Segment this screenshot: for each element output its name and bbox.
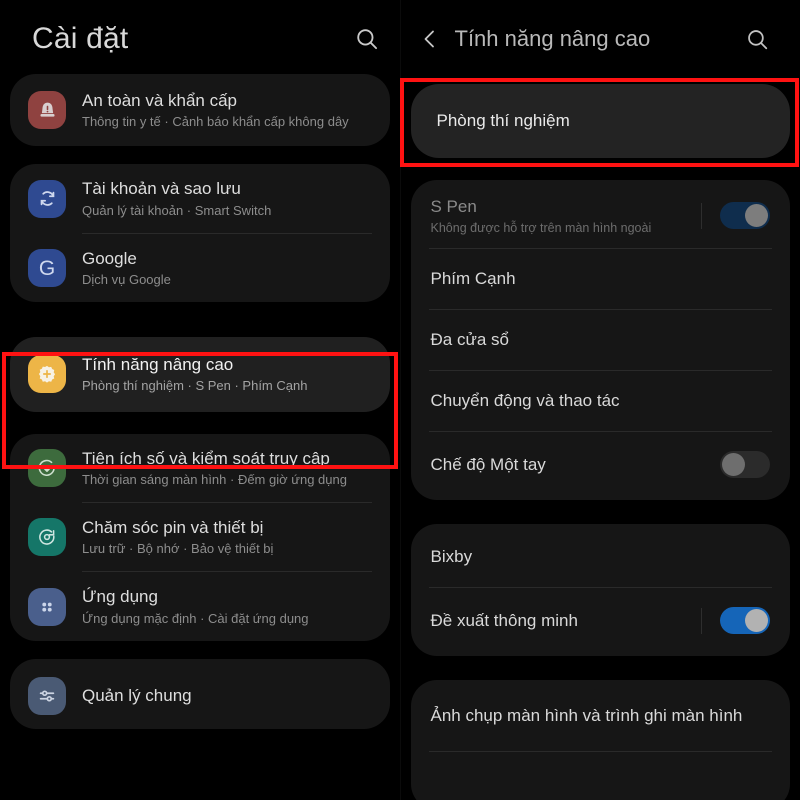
advanced-item-one-handed-mode[interactable]: Chế độ Một tay: [411, 432, 791, 500]
settings-item-subtitle: Phòng thí nghiệm · S Pen · Phím Cạnh: [82, 378, 308, 394]
settings-item-subtitle: Thông tin y tế · Cảnh báo khẩn cấp không…: [82, 114, 349, 130]
advanced-card-bixby: Bixby Đề xuất thông minh: [410, 524, 791, 657]
advanced-item-title: Đề xuất thông minh: [430, 610, 578, 630]
advanced-item-screenshots-recorder[interactable]: Ảnh chụp màn hình và trình ghi màn hình: [411, 680, 791, 751]
toggle-knob: [745, 204, 768, 228]
toggle-separator: [701, 607, 702, 634]
settings-item-title: Tài khoản và sao lưu: [82, 179, 241, 199]
battery-device-care-icon: [28, 518, 66, 557]
advanced-item-title: Đa cửa sổ: [430, 330, 509, 350]
settings-card-advanced-features: Tính năng nâng cao Phòng thí nghiệm · S …: [10, 337, 390, 412]
google-g-icon: G: [28, 249, 66, 288]
settings-card-safety: An toàn và khẩn cấp Thông tin y tế · Cản…: [10, 74, 390, 147]
dual-screenshot-container: Cài đặt An toàn và khẩn cấp Thông tin y …: [0, 0, 800, 800]
smart-suggestions-toggle[interactable]: [720, 607, 770, 635]
toggle-knob: [722, 453, 745, 477]
advanced-item-text: Bixby: [431, 546, 771, 568]
spen-toggle[interactable]: [720, 202, 770, 230]
advanced-item-text: Chuyển động và thao tác: [431, 390, 771, 412]
settings-item-text: Tài khoản và sao lưu Quản lý tài khoản ·…: [82, 178, 372, 218]
settings-card-general-management: Quản lý chung: [10, 658, 390, 729]
settings-item-subtitle: Lưu trữ · Bộ nhớ · Bảo vệ thiết bị: [82, 541, 274, 557]
settings-item-text: An toàn và khẩn cấp Thông tin y tế · Cản…: [82, 90, 372, 130]
page-title: Tính năng nâng cao: [454, 26, 651, 51]
settings-item-advanced-features[interactable]: Tính năng nâng cao Phòng thí nghiệm · S …: [10, 337, 390, 411]
settings-item-title: Quản lý chung: [82, 686, 192, 706]
settings-item-text: Quản lý chung: [82, 685, 372, 706]
settings-item-title: Tiện ích số và kiểm soát truy cập: [82, 448, 330, 468]
general-management-sliders-icon: [28, 676, 66, 715]
emergency-siren-icon: [28, 91, 66, 130]
settings-item-google[interactable]: G Google Dịch vụ Google: [10, 234, 390, 302]
settings-panel: Cài đặt An toàn và khẩn cấp Thông tin y …: [0, 0, 401, 800]
advanced-item-motions-gestures[interactable]: Chuyển động và thao tác: [411, 371, 791, 431]
settings-item-text: Google Dịch vụ Google: [82, 248, 372, 288]
settings-card-device: Tiện ích số và kiểm soát truy cập Thời g…: [10, 433, 390, 641]
search-icon[interactable]: [350, 22, 384, 56]
advanced-item-text: Chế độ Một tay: [431, 454, 721, 476]
settings-item-text: Chăm sóc pin và thiết bị Lưu trữ · Bộ nh…: [82, 517, 372, 557]
settings-item-battery-device-care[interactable]: Chăm sóc pin và thiết bị Lưu trữ · Bộ nh…: [10, 503, 390, 571]
settings-item-subtitle: Ứng dụng mặc định · Cài đặt ứng dụng: [82, 610, 309, 626]
settings-item-accounts-backup[interactable]: Tài khoản và sao lưu Quản lý tài khoản ·…: [10, 164, 390, 232]
advanced-item-title: Phím Cạnh: [430, 269, 516, 289]
settings-card-accounts: Tài khoản và sao lưu Quản lý tài khoản ·…: [10, 164, 390, 303]
advanced-features-panel: Tính năng nâng cao Phòng thí nghiệm S Pe…: [400, 0, 800, 800]
advanced-item-labs[interactable]: Phòng thí nghiệm: [411, 84, 791, 158]
advanced-item-bixby[interactable]: Bixby: [411, 524, 791, 587]
search-icon[interactable]: [740, 22, 774, 56]
settings-item-text: Ứng dụng Ứng dụng mặc định · Cài đặt ứng…: [82, 586, 372, 626]
advanced-item-text: Phím Cạnh: [431, 268, 771, 290]
settings-item-general-management[interactable]: Quản lý chung: [10, 659, 390, 729]
toggle-separator: [701, 202, 702, 229]
settings-item-apps[interactable]: Ứng dụng Ứng dụng mặc định · Cài đặt ứng…: [10, 572, 390, 640]
settings-item-title: Chăm sóc pin và thiết bị: [82, 518, 264, 538]
advanced-item-subtitle: Không được hỗ trợ trên màn hình ngoài: [430, 221, 652, 236]
advanced-card-labs: Phòng thí nghiệm: [410, 84, 791, 158]
advanced-item-title: Phòng thí nghiệm: [436, 110, 570, 130]
settings-item-title: An toàn và khẩn cấp: [82, 91, 238, 110]
advanced-item-multi-window[interactable]: Đa cửa sổ: [411, 310, 791, 370]
advanced-item-title: Chế độ Một tay: [430, 454, 546, 474]
page-title: Cài đặt: [32, 22, 129, 55]
toggle-knob: [745, 609, 768, 633]
settings-item-title: Ứng dụng: [82, 587, 158, 607]
advanced-item-title: Ảnh chụp màn hình và trình ghi màn hình: [430, 706, 743, 726]
settings-item-text: Tiện ích số và kiểm soát truy cập Thời g…: [82, 448, 372, 488]
advanced-card-features: S Pen Không được hỗ trợ trên màn hình ng…: [410, 180, 791, 501]
settings-header: Cài đặt: [0, 0, 400, 78]
settings-item-subtitle: Quản lý tài khoản · Smart Switch: [82, 202, 272, 218]
settings-item-subtitle: Thời gian sáng màn hình · Đếm giờ ứng dụ…: [82, 471, 347, 487]
advanced-item-text: Đề xuất thông minh: [431, 610, 702, 632]
settings-item-title: Tính năng nâng cao: [82, 355, 234, 375]
advanced-features-header: Tính năng nâng cao: [401, 0, 800, 78]
digital-wellbeing-heart-icon: [28, 448, 66, 487]
advanced-item-text: Đa cửa sổ: [431, 329, 771, 351]
settings-item-text: Tính năng nâng cao Phòng thí nghiệm · S …: [82, 354, 372, 394]
one-handed-mode-toggle[interactable]: [720, 451, 770, 479]
settings-item-title: Google: [82, 248, 137, 268]
advanced-item-text: Ảnh chụp màn hình và trình ghi màn hình: [431, 704, 771, 729]
advanced-item-text: S Pen Không được hỗ trợ trên màn hình ng…: [431, 196, 702, 235]
advanced-item-partial[interactable]: [411, 752, 791, 800]
advanced-card-screenshots: Ảnh chụp màn hình và trình ghi màn hình: [410, 680, 791, 800]
back-chevron-icon[interactable]: [415, 22, 445, 56]
advanced-item-text: Phòng thí nghiệm: [437, 110, 771, 132]
advanced-item-smart-suggestions[interactable]: Đề xuất thông minh: [411, 588, 791, 656]
sync-accounts-icon: [28, 179, 66, 218]
settings-item-digital-wellbeing[interactable]: Tiện ích số và kiểm soát truy cập Thời g…: [10, 434, 390, 502]
advanced-item-spen[interactable]: S Pen Không được hỗ trợ trên màn hình ng…: [411, 180, 791, 248]
apps-grid-icon: [28, 587, 66, 626]
advanced-features-gear-icon: [28, 355, 66, 394]
advanced-item-title: S Pen: [430, 197, 477, 216]
settings-item-subtitle: Dịch vụ Google: [82, 272, 171, 288]
settings-item-safety[interactable]: An toàn và khẩn cấp Thông tin y tế · Cản…: [10, 74, 390, 146]
advanced-item-edge-panels[interactable]: Phím Cạnh: [411, 249, 791, 309]
advanced-item-title: Chuyển động và thao tác: [430, 391, 620, 411]
advanced-item-title: Bixby: [430, 547, 473, 567]
